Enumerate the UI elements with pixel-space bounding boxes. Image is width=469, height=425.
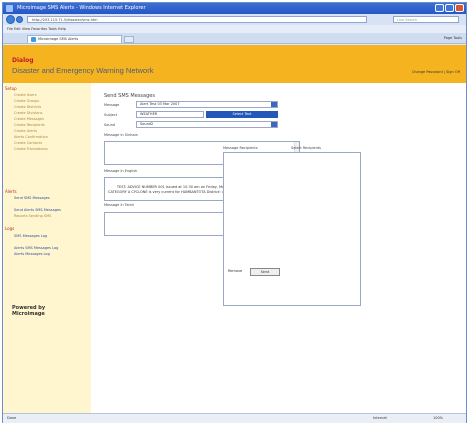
maximize-button[interactable] — [445, 4, 454, 12]
sidebar-item-alerts-messages-log[interactable]: Alerts Messages Log — [14, 252, 50, 256]
select-recipients-link[interactable]: Select Recipients — [291, 146, 321, 150]
page-icon — [31, 37, 36, 42]
powered-by-company: Microimage — [12, 311, 45, 317]
account-links[interactable]: Change Password | Sign Off — [412, 70, 460, 74]
sidebar-item-create-divisions[interactable]: Create Divisions — [14, 111, 42, 115]
new-tab-button[interactable] — [124, 36, 134, 43]
page-title: Send SMS Messages — [104, 93, 155, 99]
status-bar: Done Internet 100% — [3, 413, 466, 423]
page-content: Dialog Disaster and Emergency Warning Ne… — [3, 45, 466, 413]
subject-label: Subject — [104, 113, 118, 117]
sound-select-value: Sound2 — [140, 122, 154, 126]
sidebar-item-create-messages[interactable]: Create Messages — [14, 117, 44, 121]
title-bar: Microimage SMS Alerts - Windows Internet… — [3, 3, 466, 14]
sidebar-item-create-recipients[interactable]: Create Recipients — [14, 123, 45, 127]
url-input[interactable]: http://203.115.71.5/disaster/sms.htm — [27, 16, 367, 23]
status-text: Done — [7, 416, 17, 420]
recipients-list[interactable] — [223, 152, 361, 306]
sidebar-item-send-alerts-sms[interactable]: Send Alerts SMS Messages — [14, 208, 61, 212]
chevron-down-icon — [271, 122, 277, 127]
tab-label: Microimage SMS Alerts — [38, 37, 79, 41]
tamil-label: Message in Tamil — [104, 203, 134, 207]
address-bar: http://203.115.71.5/disaster/sms.htm Liv… — [3, 14, 466, 25]
remove-button[interactable]: Remove — [228, 269, 242, 273]
sidebar-item-alerts-confirmation[interactable]: Alerts Confirmation — [14, 135, 48, 139]
message-select-value: Alert Test 03 Mar 2007 — [140, 102, 180, 106]
sidebar-item-create-users[interactable]: Create Users — [14, 93, 37, 97]
header-banner: Dialog Disaster and Emergency Warning Ne… — [3, 45, 466, 83]
sidebar-item-create-translations[interactable]: Create Translations — [14, 147, 48, 151]
sidebar-item-reports-sending[interactable]: Reports Sending SMS — [14, 214, 51, 218]
select-text-button[interactable]: Select Text — [206, 111, 278, 118]
window-title: Microimage SMS Alerts - Windows Internet… — [17, 5, 146, 11]
network-title: Disaster and Emergency Warning Network — [12, 66, 154, 75]
back-icon[interactable] — [6, 15, 15, 24]
tab-sms-alerts[interactable]: Microimage SMS Alerts — [27, 35, 122, 43]
sidebar-item-sms-log[interactable]: SMS Messages Log — [14, 234, 47, 238]
subject-field[interactable]: WEATHER — [136, 111, 204, 118]
recipients-title: Message Recipients — [223, 146, 258, 150]
message-label: Message — [104, 103, 120, 107]
browser-window: Microimage SMS Alerts - Windows Internet… — [2, 2, 467, 423]
sidebar-item-create-alerts[interactable]: Create Alerts — [14, 129, 37, 133]
minimize-button[interactable] — [435, 4, 444, 12]
menu-bar[interactable]: File Edit View Favorites Tools Help — [3, 25, 466, 33]
send-button[interactable]: Send — [250, 268, 280, 276]
security-zone: Internet — [373, 416, 387, 420]
powered-by: Powered by Microimage — [12, 305, 45, 317]
ie-icon — [6, 5, 13, 12]
sidebar-item-create-contacts[interactable]: Create Contacts — [14, 141, 42, 145]
zoom-level[interactable]: 100% — [433, 414, 443, 423]
sidebar: Setup Create Users Create Groups Create … — [3, 83, 91, 413]
close-button[interactable] — [455, 4, 464, 12]
command-bar[interactable]: Page Tools — [444, 35, 462, 42]
sidebar-item-create-groups[interactable]: Create Groups — [14, 99, 39, 103]
english-label: Message in English — [104, 169, 138, 173]
sidebar-item-create-districts[interactable]: Create Districts — [14, 105, 41, 109]
subject-field-value: WEATHER — [140, 112, 158, 116]
sidebar-item-alerts-sms-log[interactable]: Alerts SMS Messages Log — [14, 246, 58, 250]
forward-icon[interactable] — [16, 16, 23, 23]
sound-select[interactable]: Sound2 — [136, 121, 278, 128]
brand-logo-text: Dialog — [12, 57, 34, 64]
sinhala-label: Message in Sinhala — [104, 133, 138, 137]
tab-bar: Microimage SMS Alerts Page Tools — [3, 33, 466, 44]
sidebar-item-send-sms[interactable]: Send SMS Messages — [14, 196, 50, 200]
message-select[interactable]: Alert Test 03 Mar 2007 — [136, 101, 278, 108]
sound-label: Sound — [104, 123, 116, 127]
search-input[interactable]: Live Search — [393, 16, 459, 23]
sidebar-section-setup: Setup — [5, 86, 17, 91]
sidebar-section-logs: Logs — [5, 226, 15, 231]
chevron-down-icon — [271, 102, 277, 107]
sidebar-section-alerts: Alerts — [5, 189, 17, 194]
